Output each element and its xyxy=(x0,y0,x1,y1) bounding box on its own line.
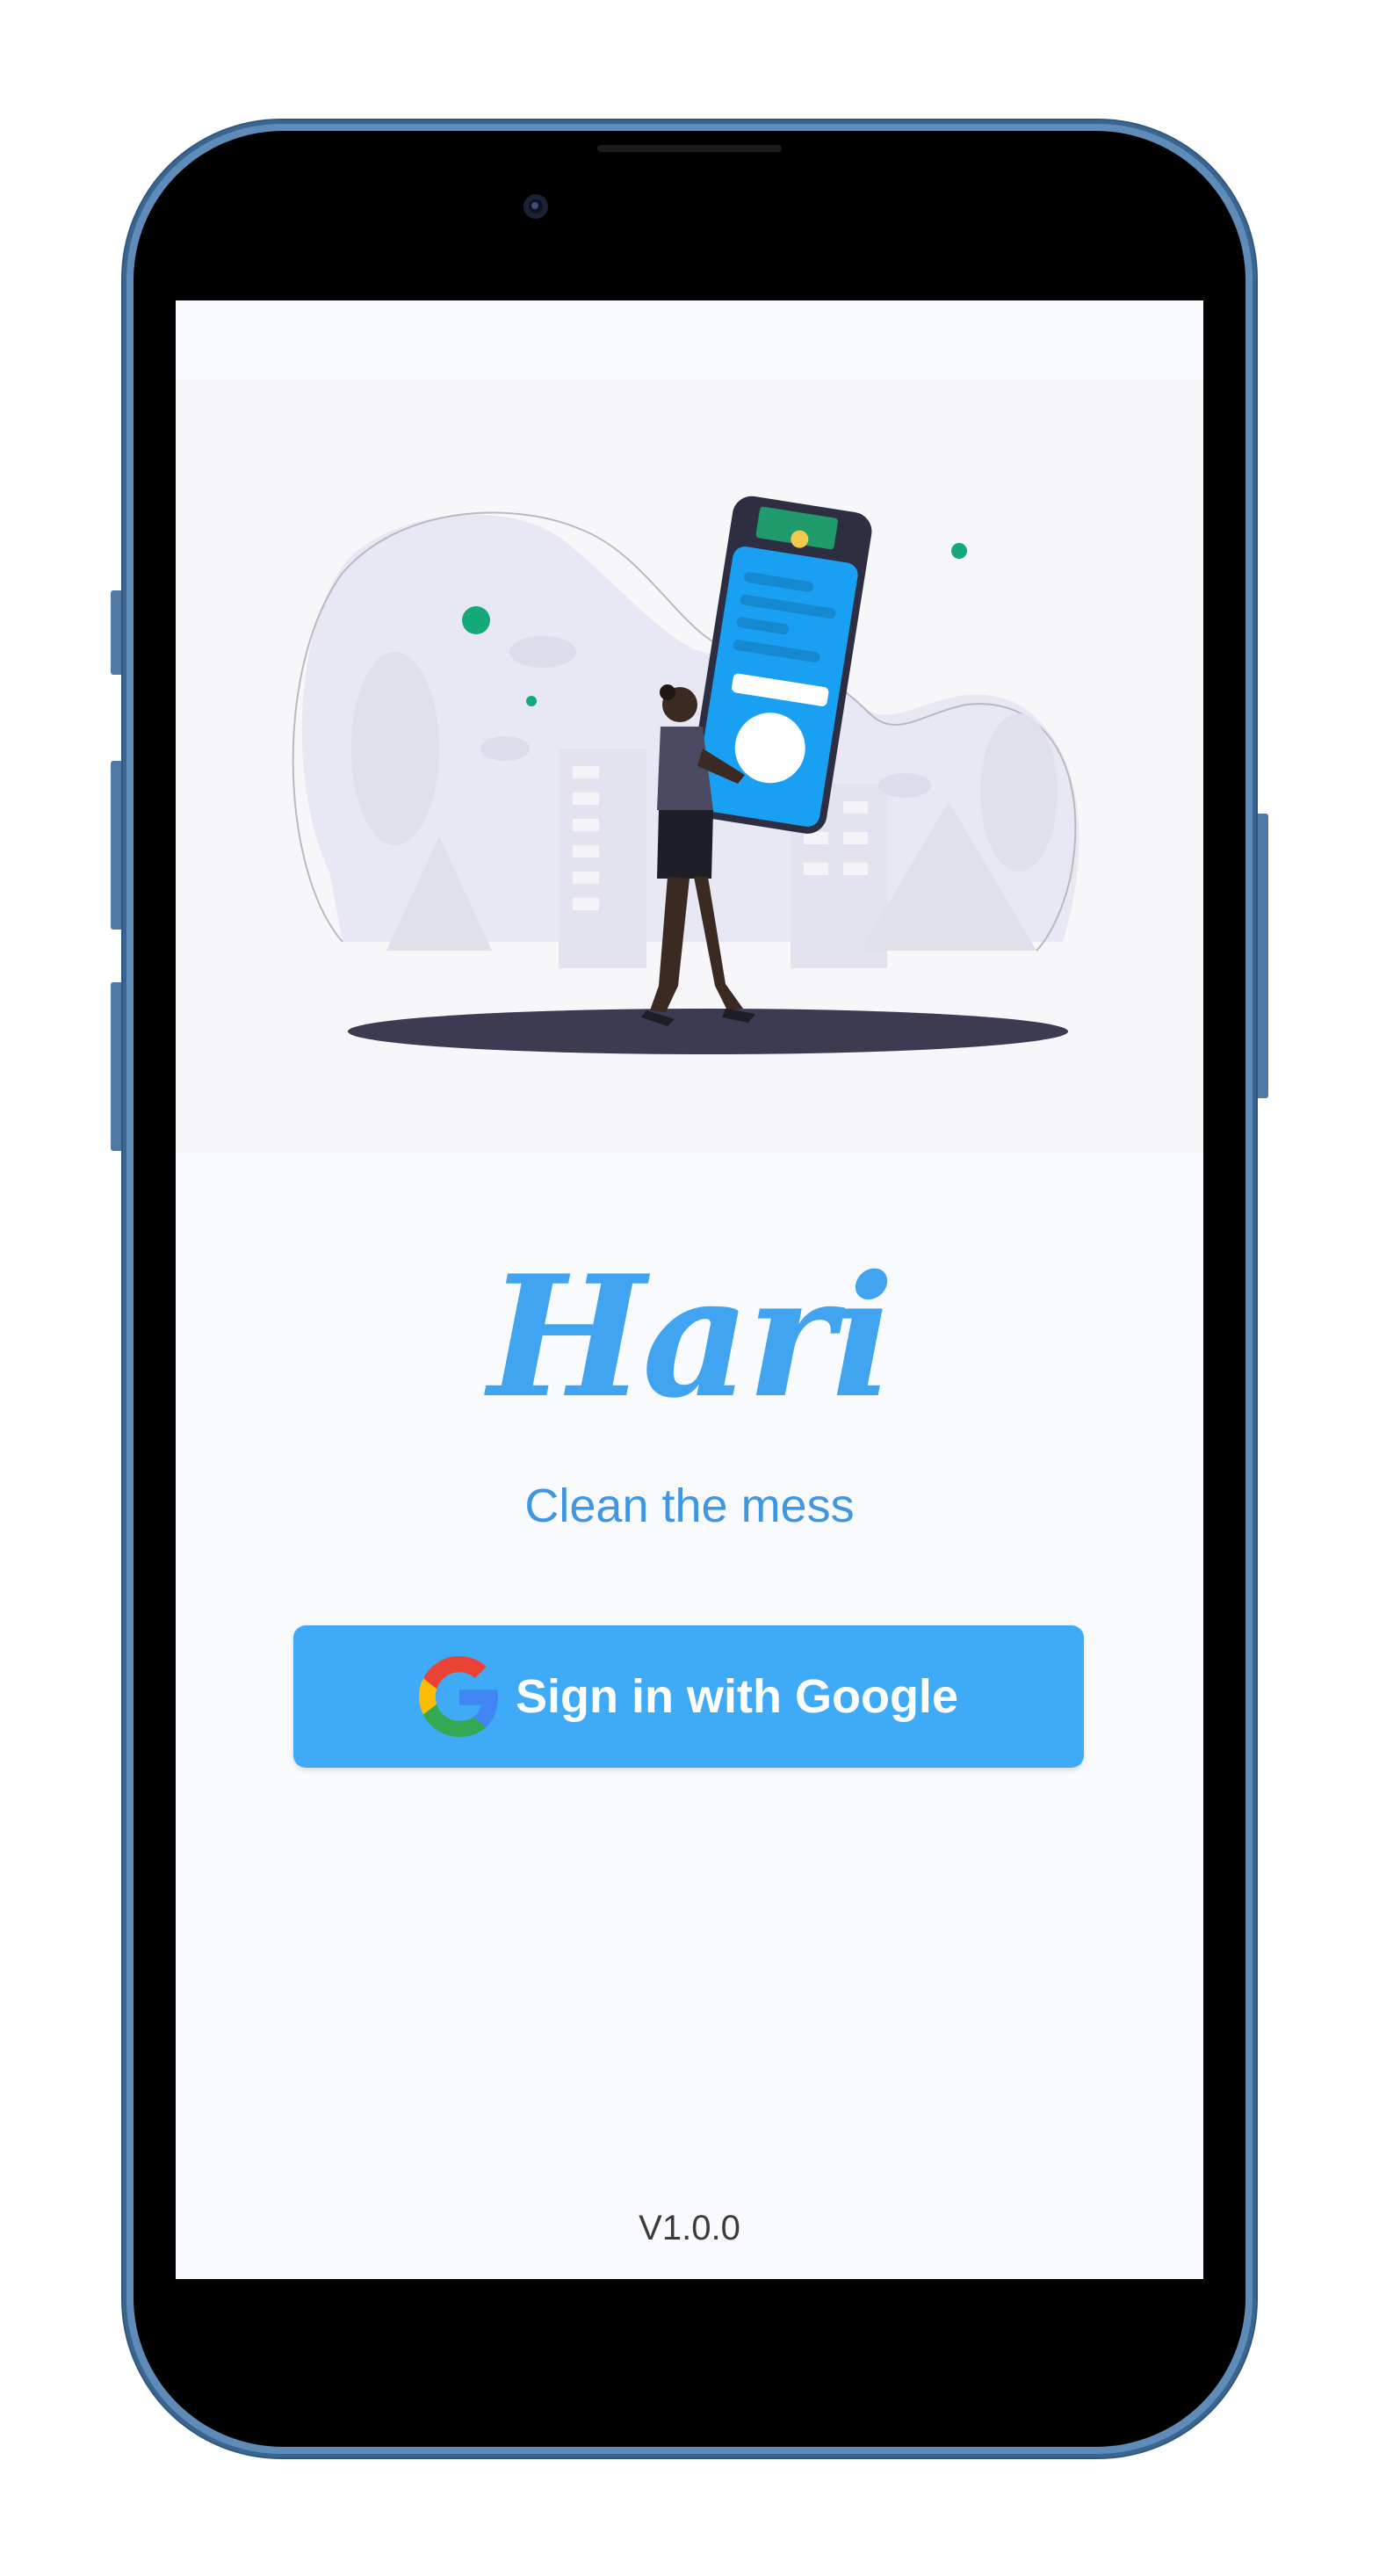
google-logo-icon xyxy=(419,1656,499,1737)
app-title: Hari xyxy=(487,1239,895,1435)
front-camera-icon xyxy=(523,194,548,219)
woman-with-phone-illustration xyxy=(292,496,1079,1054)
google-sign-in-button[interactable]: Sign in with Google xyxy=(293,1625,1084,1768)
hero-illustration xyxy=(176,380,1203,1153)
app-tagline: Clean the mess xyxy=(524,1480,855,1532)
earpiece-speaker xyxy=(597,145,782,152)
phone-device: Hari Clean the mess Sign in with Google … xyxy=(0,0,1379,2576)
app-screen: Hari Clean the mess Sign in with Google … xyxy=(176,300,1203,2279)
google-sign-in-label: Sign in with Google xyxy=(516,1670,958,1723)
app-version: V1.0.0 xyxy=(639,2209,740,2247)
power-button xyxy=(1254,814,1268,1098)
